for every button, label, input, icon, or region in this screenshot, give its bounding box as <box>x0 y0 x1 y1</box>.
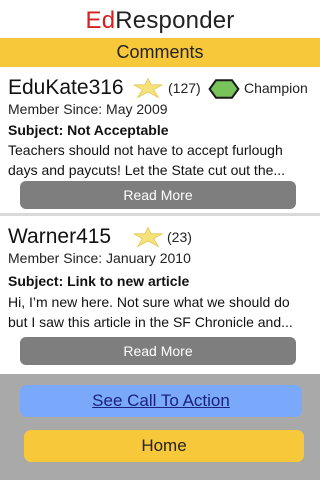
star-icon <box>133 77 163 99</box>
comment-body: Hi, I’m new here. Not sure what we shoul… <box>8 294 293 330</box>
hexagon-badge-icon <box>208 79 240 99</box>
footer-bar: See Call To Action Home <box>0 374 320 480</box>
rating-count: (23) <box>167 229 192 245</box>
comment-subject: Subject: Not Acceptable <box>8 122 169 138</box>
star-icon <box>133 226 163 248</box>
see-call-to-action-button[interactable]: See Call To Action <box>20 385 302 417</box>
rating-count: (127) <box>168 80 201 96</box>
comment-header: Warner415 (23) <box>8 223 316 251</box>
section-title: Comments <box>0 38 320 67</box>
badge-label: Champion <box>244 80 308 96</box>
comment-card: EduKate316 (127) Champion Member Since: … <box>0 67 320 213</box>
home-button[interactable]: Home <box>24 430 304 462</box>
member-since: Member Since: May 2009 <box>8 101 168 117</box>
app-title-prefix: Ed <box>85 7 116 34</box>
comment-username[interactable]: Warner415 <box>8 223 111 251</box>
comment-body: Teachers should not have to accept furlo… <box>8 142 286 178</box>
comment-username[interactable]: EduKate316 <box>8 74 124 102</box>
comment-header: EduKate316 (127) Champion <box>8 74 316 102</box>
member-since: Member Since: January 2010 <box>8 250 191 266</box>
read-more-button[interactable]: Read More <box>20 337 296 365</box>
comment-subject: Subject: Link to new article <box>8 273 190 289</box>
app-title: EdResponder <box>0 0 320 38</box>
comment-card: Warner415 (23) Member Since: January 201… <box>0 216 320 372</box>
app-title-rest: Responder <box>115 7 235 34</box>
read-more-button[interactable]: Read More <box>20 181 296 209</box>
